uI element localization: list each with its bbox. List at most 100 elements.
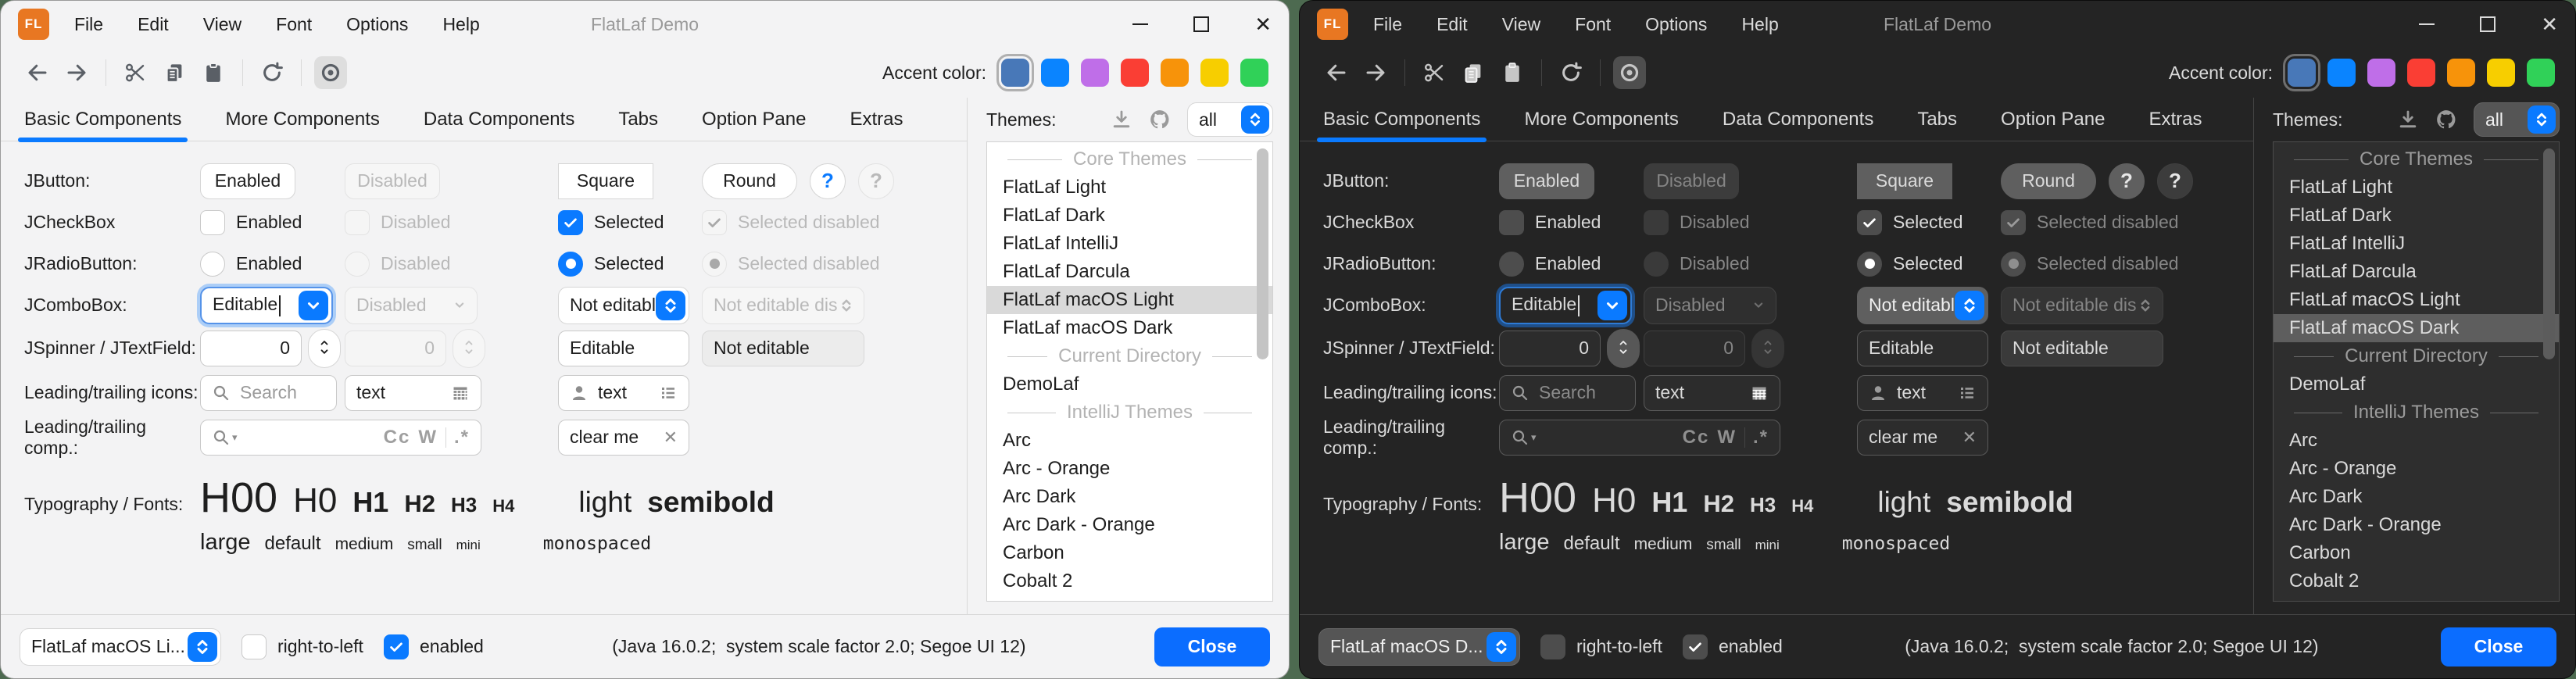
accent-swatch-6[interactable] (1200, 59, 1229, 87)
checkbox-enabled[interactable]: Enabled (1499, 210, 1601, 235)
combobox-editable[interactable]: Editable (200, 287, 333, 324)
theme-item[interactable]: DemoLaf (987, 370, 1272, 398)
search-dropdown-icon[interactable]: ▾ (1511, 428, 1537, 447)
radio-selected[interactable]: Selected (558, 252, 664, 277)
refresh-icon[interactable] (256, 56, 288, 89)
close-button[interactable]: Close (1154, 627, 1270, 666)
spinner-arrows[interactable] (308, 329, 341, 368)
theme-item[interactable]: FlatLaf macOS Light (2274, 286, 2559, 314)
tab-basic-components[interactable]: Basic Components (1323, 98, 1480, 141)
theme-item[interactable]: Arc Dark (2274, 483, 2559, 511)
close-button[interactable]: Close (2441, 627, 2556, 666)
user-textfield[interactable]: text (558, 375, 689, 411)
theme-item[interactable]: FlatLaf IntelliJ (2274, 230, 2559, 258)
menu-view[interactable]: View (1502, 14, 1540, 35)
accent-swatch-5[interactable] (2447, 59, 2475, 87)
chevron-down-icon[interactable] (299, 291, 328, 320)
copy-icon[interactable] (158, 56, 191, 89)
accent-swatch-1[interactable] (2288, 59, 2316, 87)
theme-item[interactable]: FlatLaf macOS Light (987, 286, 1272, 314)
show-hover-toggle-icon[interactable] (1613, 56, 1646, 89)
checkbox-icon[interactable] (1499, 210, 1524, 235)
tab-data-components[interactable]: Data Components (424, 98, 574, 141)
search-input[interactable]: Search (1499, 375, 1636, 411)
back-icon[interactable] (21, 56, 54, 89)
download-icon[interactable] (2397, 109, 2419, 130)
theme-item[interactable]: Carbon (2274, 539, 2559, 567)
checkbox-checked-icon[interactable] (384, 634, 409, 659)
cut-icon[interactable] (119, 56, 152, 89)
menu-edit[interactable]: Edit (1436, 14, 1468, 35)
minimize-icon[interactable] (1132, 23, 1148, 25)
accent-swatch-2[interactable] (1041, 59, 1069, 87)
combobox-editable[interactable]: Editable (1499, 287, 1632, 324)
theme-item[interactable]: FlatLaf macOS Dark (2274, 314, 2559, 342)
back-icon[interactable] (1320, 56, 1353, 89)
paste-icon[interactable] (1496, 56, 1529, 89)
menu-options[interactable]: Options (1645, 14, 1707, 35)
checkbox-icon[interactable] (200, 210, 225, 235)
calendar-icon[interactable] (451, 384, 470, 402)
tab-more-components[interactable]: More Components (225, 98, 379, 141)
checkbox-checked-icon[interactable] (1683, 634, 1708, 659)
square-button[interactable]: Square (1857, 163, 1952, 199)
chevron-updown-icon[interactable] (1487, 632, 1516, 662)
close-window-icon[interactable]: ✕ (2541, 14, 2558, 34)
right-to-left-checkbox[interactable]: right-to-left (1540, 634, 1662, 659)
theme-item[interactable]: Arc Dark (987, 483, 1272, 511)
tab-extras[interactable]: Extras (850, 98, 903, 141)
checkbox-checked-icon[interactable] (558, 210, 583, 235)
accent-swatch-1[interactable] (1001, 59, 1029, 87)
theme-item[interactable]: FlatLaf Darcula (2274, 258, 2559, 286)
tab-option-pane[interactable]: Option Pane (2001, 98, 2105, 141)
chevron-updown-icon[interactable] (2528, 105, 2556, 134)
enabled-button[interactable]: Enabled (1499, 163, 1594, 199)
tab-basic-components[interactable]: Basic Components (24, 98, 181, 141)
radio-icon[interactable] (1499, 252, 1524, 277)
checkbox-selected[interactable]: Selected (558, 210, 664, 235)
theme-item[interactable]: Cobalt 2 (2274, 567, 2559, 595)
theme-item[interactable]: FlatLaf Dark (987, 202, 1272, 230)
minimize-icon[interactable] (2419, 23, 2435, 25)
combobox-not-editable[interactable]: Not editable (1857, 287, 1988, 324)
spinner-arrows[interactable] (1607, 329, 1640, 368)
laf-combobox[interactable]: FlatLaf macOS Li... (20, 628, 221, 666)
clear-icon[interactable]: ✕ (1962, 427, 1977, 448)
radio-checked-icon[interactable] (558, 252, 583, 277)
round-button[interactable]: Round (702, 163, 797, 199)
tab-extras[interactable]: Extras (2148, 98, 2202, 141)
menu-options[interactable]: Options (346, 14, 408, 35)
chevron-down-icon[interactable] (1597, 291, 1627, 320)
accent-swatch-3[interactable] (2367, 59, 2395, 87)
chevron-updown-icon[interactable] (1241, 105, 1269, 134)
themes-filter-combobox[interactable]: all (2474, 102, 2560, 137)
accent-swatch-3[interactable] (1081, 59, 1109, 87)
chevron-updown-icon[interactable] (1955, 291, 1984, 320)
checkbox-enabled[interactable]: Enabled (200, 210, 302, 235)
square-button[interactable]: Square (558, 163, 653, 199)
theme-item[interactable]: Cobalt 2 (987, 567, 1272, 595)
theme-item[interactable]: FlatLaf Light (2274, 173, 2559, 202)
search-with-options-input[interactable]: ▾CcW.* (200, 420, 481, 456)
cut-icon[interactable] (1418, 56, 1451, 89)
editable-textfield[interactable]: Editable (1857, 331, 1988, 366)
checkbox-selected[interactable]: Selected (1857, 210, 1963, 235)
laf-combobox[interactable]: FlatLaf macOS D... (1318, 628, 1520, 666)
checkbox-icon[interactable] (242, 634, 267, 659)
list-menu-icon[interactable] (659, 384, 678, 402)
themes-list[interactable]: Core ThemesFlatLaf LightFlatLaf DarkFlat… (986, 141, 1273, 602)
show-hover-toggle-icon[interactable] (314, 56, 347, 89)
enabled-checkbox[interactable]: enabled (384, 634, 484, 659)
menu-edit[interactable]: Edit (138, 14, 169, 35)
forward-icon[interactable] (1359, 56, 1392, 89)
github-icon[interactable] (2435, 108, 2458, 131)
accent-swatch-6[interactable] (2487, 59, 2515, 87)
theme-item[interactable]: DemoLaf (2274, 370, 2559, 398)
tab-tabs[interactable]: Tabs (1917, 98, 1957, 141)
whole-word-button[interactable]: W (1717, 427, 1737, 448)
radio-enabled[interactable]: Enabled (1499, 252, 1601, 277)
calendar-textfield[interactable]: text (345, 375, 481, 411)
search-input[interactable]: Search (200, 375, 337, 411)
list-menu-icon[interactable] (1958, 384, 1977, 402)
match-case-button[interactable]: Cc (384, 427, 411, 448)
